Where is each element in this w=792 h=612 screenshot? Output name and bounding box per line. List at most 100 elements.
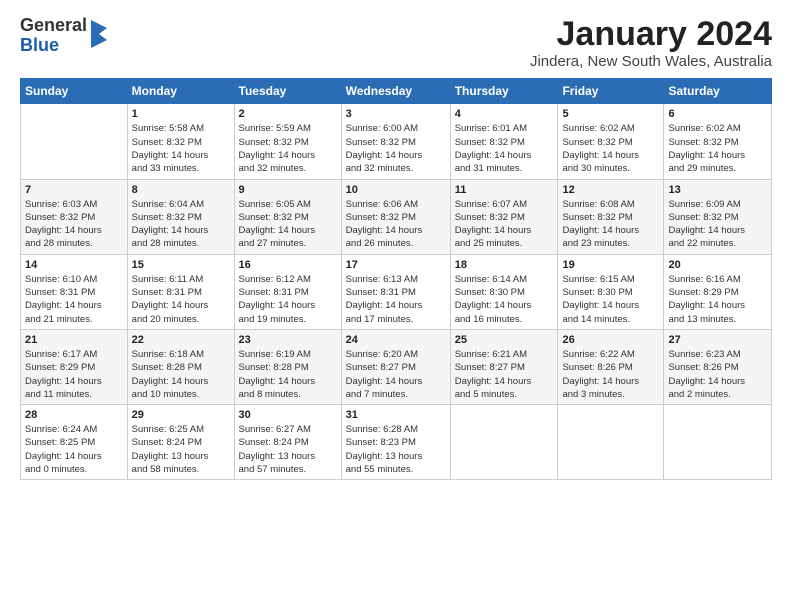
day-info: Sunrise: 6:23 AM Sunset: 8:26 PM Dayligh… <box>668 348 767 401</box>
calendar-cell <box>664 405 772 480</box>
calendar-cell: 21 Sunrise: 6:17 AM Sunset: 8:29 PM Dayli… <box>21 329 128 404</box>
day-info: Sunrise: 6:07 AM Sunset: 8:32 PM Dayligh… <box>455 198 554 251</box>
day-number: 21 <box>25 334 123 346</box>
calendar-cell: 29 Sunrise: 6:25 AM Sunset: 8:24 PM Dayli… <box>127 405 234 480</box>
logo: General Blue <box>20 16 107 56</box>
calendar-cell: 27 Sunrise: 6:23 AM Sunset: 8:26 PM Dayli… <box>664 329 772 404</box>
location: Jindera, New South Wales, Australia <box>530 53 772 70</box>
day-number: 29 <box>132 409 230 421</box>
day-info: Sunrise: 6:04 AM Sunset: 8:32 PM Dayligh… <box>132 198 230 251</box>
calendar-week-5: 28Sunrise: 6:24 AM Sunset: 8:25 PM Dayli… <box>21 405 772 480</box>
day-number: 3 <box>346 108 446 120</box>
day-number: 25 <box>455 334 554 346</box>
calendar-cell: 3 Sunrise: 6:00 AM Sunset: 8:32 PM Daylig… <box>341 104 450 179</box>
day-info: Sunrise: 6:27 AM Sunset: 8:24 PM Dayligh… <box>239 423 337 476</box>
calendar-cell: 19 Sunrise: 6:15 AM Sunset: 8:30 PM Dayli… <box>558 254 664 329</box>
day-info: Sunrise: 6:05 AM Sunset: 8:32 PM Dayligh… <box>239 198 337 251</box>
calendar-cell: 17Sunrise: 6:13 AM Sunset: 8:31 PM Dayli… <box>341 254 450 329</box>
calendar-page: General Blue January 2024 Jindera, New S… <box>0 0 792 490</box>
day-number: 11 <box>455 184 554 196</box>
page-header: General Blue January 2024 Jindera, New S… <box>20 16 772 70</box>
day-number: 8 <box>132 184 230 196</box>
calendar-cell: 23Sunrise: 6:19 AM Sunset: 8:28 PM Dayli… <box>234 329 341 404</box>
calendar-cell: 7Sunrise: 6:03 AM Sunset: 8:32 PM Daylig… <box>21 179 128 254</box>
day-number: 15 <box>132 259 230 271</box>
day-info: Sunrise: 6:19 AM Sunset: 8:28 PM Dayligh… <box>239 348 337 401</box>
calendar-cell: 8 Sunrise: 6:04 AM Sunset: 8:32 PM Daylig… <box>127 179 234 254</box>
calendar-cell <box>21 104 128 179</box>
day-number: 12 <box>562 184 659 196</box>
calendar-cell: 24 Sunrise: 6:20 AM Sunset: 8:27 PM Dayli… <box>341 329 450 404</box>
calendar-cell: 13 Sunrise: 6:09 AM Sunset: 8:32 PM Dayli… <box>664 179 772 254</box>
day-info: Sunrise: 5:58 AM Sunset: 8:32 PM Dayligh… <box>132 122 230 175</box>
day-number: 18 <box>455 259 554 271</box>
day-info: Sunrise: 6:24 AM Sunset: 8:25 PM Dayligh… <box>25 423 123 476</box>
day-number: 4 <box>455 108 554 120</box>
calendar-cell: 10Sunrise: 6:06 AM Sunset: 8:32 PM Dayli… <box>341 179 450 254</box>
day-number: 1 <box>132 108 230 120</box>
calendar-header: SundayMondayTuesdayWednesdayThursdayFrid… <box>21 79 772 104</box>
calendar-cell: 1 Sunrise: 5:58 AM Sunset: 8:32 PM Daylig… <box>127 104 234 179</box>
day-number: 6 <box>668 108 767 120</box>
day-info: Sunrise: 6:28 AM Sunset: 8:23 PM Dayligh… <box>346 423 446 476</box>
day-info: Sunrise: 6:06 AM Sunset: 8:32 PM Dayligh… <box>346 198 446 251</box>
calendar-cell <box>450 405 558 480</box>
calendar-cell <box>558 405 664 480</box>
day-info: Sunrise: 6:22 AM Sunset: 8:26 PM Dayligh… <box>562 348 659 401</box>
day-info: Sunrise: 6:09 AM Sunset: 8:32 PM Dayligh… <box>668 198 767 251</box>
calendar-cell: 20 Sunrise: 6:16 AM Sunset: 8:29 PM Dayli… <box>664 254 772 329</box>
day-info: Sunrise: 6:12 AM Sunset: 8:31 PM Dayligh… <box>239 273 337 326</box>
logo-icon <box>89 20 107 48</box>
calendar-cell: 11 Sunrise: 6:07 AM Sunset: 8:32 PM Dayli… <box>450 179 558 254</box>
calendar-cell: 31Sunrise: 6:28 AM Sunset: 8:23 PM Dayli… <box>341 405 450 480</box>
day-number: 2 <box>239 108 337 120</box>
day-info: Sunrise: 6:25 AM Sunset: 8:24 PM Dayligh… <box>132 423 230 476</box>
calendar-cell: 15 Sunrise: 6:11 AM Sunset: 8:31 PM Dayli… <box>127 254 234 329</box>
day-info: Sunrise: 6:10 AM Sunset: 8:31 PM Dayligh… <box>25 273 123 326</box>
day-info: Sunrise: 6:17 AM Sunset: 8:29 PM Dayligh… <box>25 348 123 401</box>
calendar-week-2: 7Sunrise: 6:03 AM Sunset: 8:32 PM Daylig… <box>21 179 772 254</box>
logo-general: General <box>20 16 87 36</box>
day-number: 24 <box>346 334 446 346</box>
calendar-cell: 9 Sunrise: 6:05 AM Sunset: 8:32 PM Daylig… <box>234 179 341 254</box>
calendar-cell: 16 Sunrise: 6:12 AM Sunset: 8:31 PM Dayli… <box>234 254 341 329</box>
calendar-cell: 4Sunrise: 6:01 AM Sunset: 8:32 PM Daylig… <box>450 104 558 179</box>
day-info: Sunrise: 6:13 AM Sunset: 8:31 PM Dayligh… <box>346 273 446 326</box>
day-info: Sunrise: 6:02 AM Sunset: 8:32 PM Dayligh… <box>562 122 659 175</box>
weekday-sunday: Sunday <box>21 79 128 104</box>
day-number: 14 <box>25 259 123 271</box>
day-info: Sunrise: 6:15 AM Sunset: 8:30 PM Dayligh… <box>562 273 659 326</box>
day-number: 16 <box>239 259 337 271</box>
calendar-cell: 25Sunrise: 6:21 AM Sunset: 8:27 PM Dayli… <box>450 329 558 404</box>
weekday-wednesday: Wednesday <box>341 79 450 104</box>
calendar-cell: 30 Sunrise: 6:27 AM Sunset: 8:24 PM Dayli… <box>234 405 341 480</box>
weekday-friday: Friday <box>558 79 664 104</box>
calendar-cell: 2 Sunrise: 5:59 AM Sunset: 8:32 PM Daylig… <box>234 104 341 179</box>
day-number: 27 <box>668 334 767 346</box>
calendar-cell: 18Sunrise: 6:14 AM Sunset: 8:30 PM Dayli… <box>450 254 558 329</box>
calendar-cell: 12 Sunrise: 6:08 AM Sunset: 8:32 PM Dayli… <box>558 179 664 254</box>
calendar-cell: 14 Sunrise: 6:10 AM Sunset: 8:31 PM Dayli… <box>21 254 128 329</box>
day-number: 5 <box>562 108 659 120</box>
day-info: Sunrise: 6:00 AM Sunset: 8:32 PM Dayligh… <box>346 122 446 175</box>
calendar-week-1: 1 Sunrise: 5:58 AM Sunset: 8:32 PM Daylig… <box>21 104 772 179</box>
calendar-week-4: 21 Sunrise: 6:17 AM Sunset: 8:29 PM Dayli… <box>21 329 772 404</box>
day-info: Sunrise: 6:20 AM Sunset: 8:27 PM Dayligh… <box>346 348 446 401</box>
day-info: Sunrise: 6:08 AM Sunset: 8:32 PM Dayligh… <box>562 198 659 251</box>
day-info: Sunrise: 6:16 AM Sunset: 8:29 PM Dayligh… <box>668 273 767 326</box>
day-number: 19 <box>562 259 659 271</box>
calendar-body: 1 Sunrise: 5:58 AM Sunset: 8:32 PM Daylig… <box>21 104 772 480</box>
weekday-thursday: Thursday <box>450 79 558 104</box>
day-number: 13 <box>668 184 767 196</box>
day-number: 30 <box>239 409 337 421</box>
weekday-header-row: SundayMondayTuesdayWednesdayThursdayFrid… <box>21 79 772 104</box>
weekday-tuesday: Tuesday <box>234 79 341 104</box>
calendar-week-3: 14 Sunrise: 6:10 AM Sunset: 8:31 PM Dayli… <box>21 254 772 329</box>
day-info: Sunrise: 5:59 AM Sunset: 8:32 PM Dayligh… <box>239 122 337 175</box>
day-info: Sunrise: 6:02 AM Sunset: 8:32 PM Dayligh… <box>668 122 767 175</box>
day-number: 20 <box>668 259 767 271</box>
day-info: Sunrise: 6:11 AM Sunset: 8:31 PM Dayligh… <box>132 273 230 326</box>
weekday-monday: Monday <box>127 79 234 104</box>
calendar-table: SundayMondayTuesdayWednesdayThursdayFrid… <box>20 78 772 480</box>
day-number: 9 <box>239 184 337 196</box>
